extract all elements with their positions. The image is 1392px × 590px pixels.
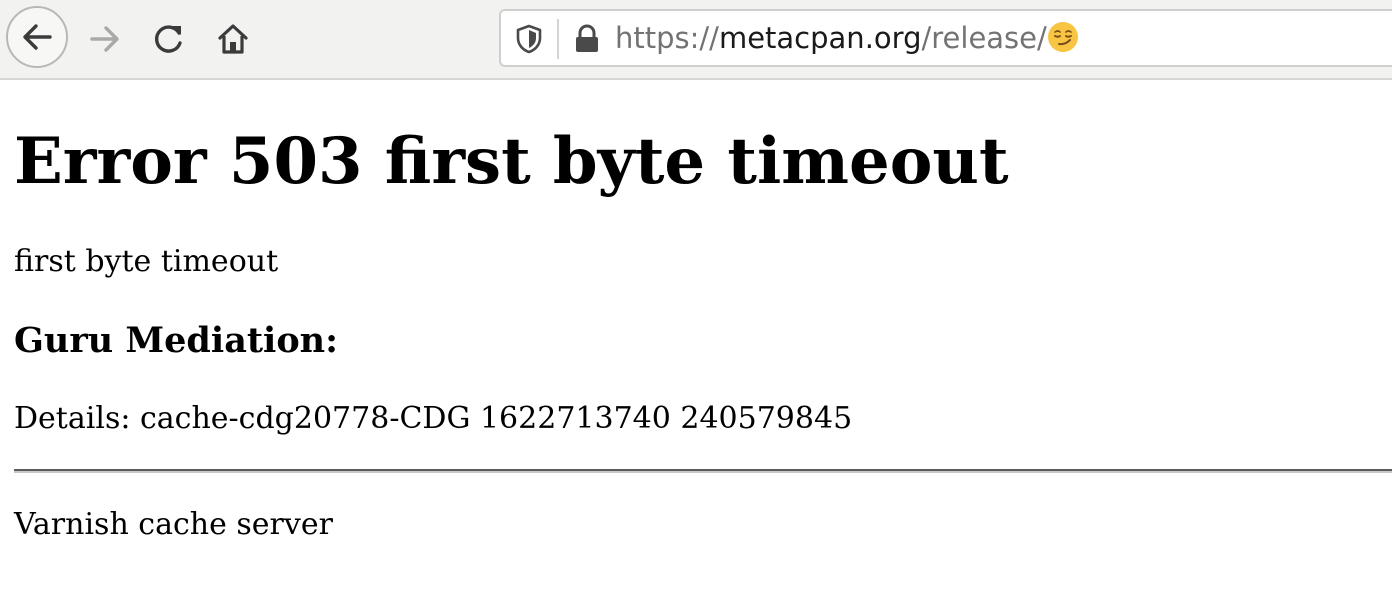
error-message: first byte timeout [14, 244, 279, 279]
url-host: metacpan.org [718, 21, 922, 55]
home-button[interactable] [202, 8, 264, 70]
home-icon [218, 24, 248, 54]
server-footer: Varnish cache server [14, 507, 333, 542]
url-path: /release/ [921, 21, 1047, 55]
url-scheme: https:// [615, 21, 719, 55]
browser-toolbar: https://metacpan.org/release/ [0, 0, 1392, 80]
lock-icon[interactable] [573, 24, 601, 59]
divider [14, 469, 1392, 473]
error-heading: Error 503 first byte timeout [14, 124, 1009, 199]
shield-icon[interactable] [515, 24, 543, 59]
forward-button[interactable] [74, 8, 136, 70]
url-text[interactable]: https://metacpan.org/release/ [615, 11, 1079, 65]
back-button[interactable] [6, 6, 68, 68]
error-details: Details: cache-cdg20778-CDG 1622713740 2… [14, 401, 853, 436]
url-separator [557, 19, 559, 59]
guru-mediation-heading: Guru Mediation: [14, 320, 339, 361]
reload-icon [154, 25, 182, 53]
arrow-left-icon [23, 24, 52, 50]
reload-button[interactable] [138, 8, 200, 70]
smirk-emoji-icon [1047, 16, 1079, 70]
arrow-right-icon [90, 26, 119, 52]
url-bar[interactable]: https://metacpan.org/release/ [499, 9, 1392, 67]
